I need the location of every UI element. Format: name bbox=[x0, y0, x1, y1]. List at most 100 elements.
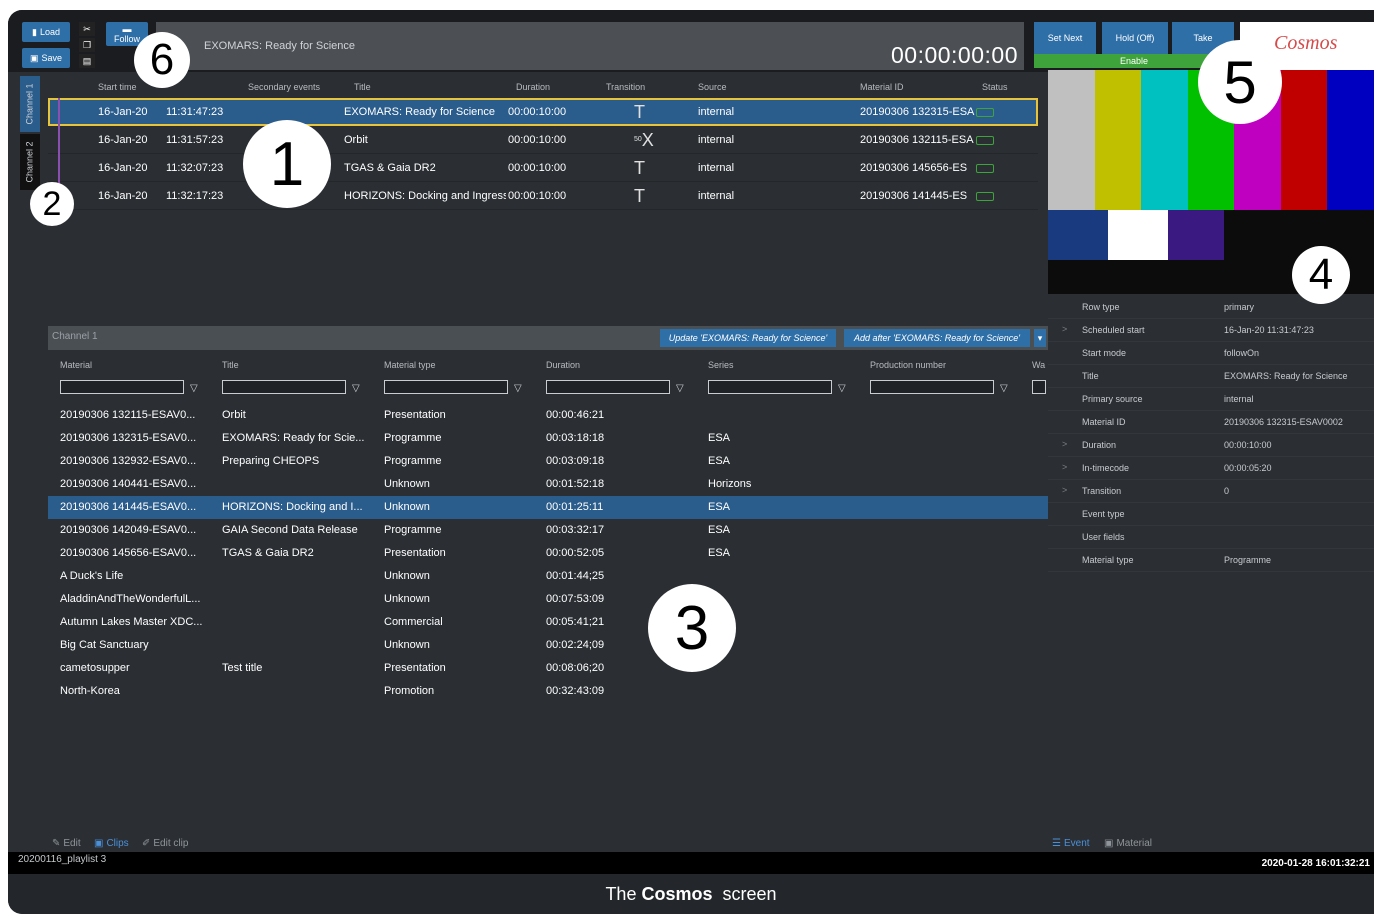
clip-row[interactable]: North-Korea Promotion 00:32:43:09 bbox=[48, 680, 1048, 703]
hold-button[interactable]: Hold (Off) bbox=[1102, 22, 1168, 54]
start-time: 11:32:07:23 bbox=[166, 162, 224, 174]
col-transition[interactable]: Transition bbox=[606, 82, 645, 92]
top-toolbar: ▮ Load ▣ Save ✂ ❐ ▤ ▬ Follow EXOMARS: Ready… bbox=[8, 10, 1374, 72]
clip-row[interactable]: cametosupper Test title Presentation 00:08:… bbox=[48, 657, 1048, 680]
playlist-row[interactable]: 16-Jan-20 11:32:17:23 HORIZONS: Docking an… bbox=[48, 182, 1038, 210]
filter-icon[interactable]: ▽ bbox=[190, 383, 198, 394]
filter-input[interactable] bbox=[222, 380, 346, 394]
clip-row[interactable]: AladdinAndTheWonderfulL... Unknown 00:07:5… bbox=[48, 588, 1048, 611]
clip-type: Promotion bbox=[384, 685, 435, 697]
property-row[interactable]: Material ID 20190306 132315-ESAV0002 bbox=[1048, 411, 1374, 434]
clip-row[interactable]: Big Cat Sanctuary Unknown 00:02:24;09 bbox=[48, 634, 1048, 657]
start-time: 11:31:47:23 bbox=[166, 106, 224, 118]
clip-row[interactable]: 20190306 132115-ESAV0... Orbit Presentatio… bbox=[48, 404, 1048, 427]
property-row[interactable]: > Scheduled start 16-Jan-20 11:31:47:23 bbox=[1048, 319, 1374, 342]
clip-material: 20190306 145656-ESAV0... bbox=[60, 547, 197, 559]
expand-chevron-icon[interactable]: > bbox=[1062, 324, 1067, 334]
property-row[interactable]: > Transition 0 bbox=[1048, 480, 1374, 503]
clip-row[interactable]: 20190306 140441-ESAV0... Unknown 00:01:52:… bbox=[48, 473, 1048, 496]
chevron-down-icon[interactable]: ▾ bbox=[1034, 329, 1046, 347]
filter-icon[interactable]: ▽ bbox=[676, 383, 684, 394]
property-row[interactable]: User fields bbox=[1048, 526, 1374, 549]
list-icon: ☰ bbox=[1052, 838, 1061, 849]
property-row[interactable]: Title EXOMARS: Ready for Science bbox=[1048, 365, 1374, 388]
color-bar bbox=[1094, 70, 1143, 210]
col-wa[interactable]: Wa bbox=[1032, 360, 1045, 370]
playlist-row[interactable]: 16-Jan-20 11:31:47:23 EXOMARS: Ready for S… bbox=[48, 98, 1038, 126]
property-row[interactable]: > Duration 00:00:10:00 bbox=[1048, 434, 1374, 457]
clip-material: 20190306 141445-ESAV0... bbox=[60, 501, 197, 513]
tab-channel-1[interactable]: Channel 1 bbox=[20, 76, 40, 132]
filter-input[interactable] bbox=[384, 380, 508, 394]
clip-material: 20190306 142049-ESAV0... bbox=[60, 524, 197, 536]
property-row[interactable]: Primary source internal bbox=[1048, 388, 1374, 411]
col-duration[interactable]: Duration bbox=[516, 82, 550, 92]
add-after-button[interactable]: Add after 'EXOMARS: Ready for Science' bbox=[844, 329, 1030, 347]
pencil-square-icon: ✎ bbox=[52, 838, 61, 849]
filter-input[interactable] bbox=[708, 380, 832, 394]
clip-row[interactable]: A Duck's Life Unknown 00:01:44;25 bbox=[48, 565, 1048, 588]
clip-row[interactable]: 20190306 132932-ESAV0... Preparing CHEOPS… bbox=[48, 450, 1048, 473]
filter-icon[interactable]: ▽ bbox=[1000, 383, 1008, 394]
clip-material: AladdinAndTheWonderfulL... bbox=[60, 593, 201, 605]
paste-icon[interactable]: ▤ bbox=[79, 54, 95, 68]
tab-channel-2[interactable]: Channel 2 bbox=[20, 134, 40, 190]
filter-input[interactable] bbox=[1032, 380, 1046, 394]
clip-row[interactable]: 20190306 142049-ESAV0... GAIA Second Data… bbox=[48, 519, 1048, 542]
expand-chevron-icon[interactable]: > bbox=[1062, 485, 1067, 495]
filter-icon[interactable]: ▽ bbox=[514, 383, 522, 394]
col-material-id[interactable]: Material ID bbox=[860, 82, 904, 92]
save-button[interactable]: ▣ Save bbox=[22, 48, 70, 68]
clip-type: Programme bbox=[384, 524, 442, 536]
copy-icon[interactable]: ❐ bbox=[79, 38, 95, 52]
property-row[interactable]: Event type bbox=[1048, 503, 1374, 526]
property-row[interactable]: > In-timecode 00:00:05:20 bbox=[1048, 457, 1374, 480]
clip-duration: 00:01:25:11 bbox=[546, 501, 604, 513]
col-clip-duration[interactable]: Duration bbox=[546, 360, 580, 370]
expand-chevron-icon[interactable]: > bbox=[1062, 462, 1067, 472]
property-row[interactable]: Start mode followOn bbox=[1048, 342, 1374, 365]
monitor-icon: ▣ bbox=[94, 838, 104, 849]
update-event-button[interactable]: Update 'EXOMARS: Ready for Science' bbox=[660, 329, 836, 347]
clips-channel-label: Channel 1 bbox=[52, 331, 98, 342]
filter-icon[interactable]: ▽ bbox=[838, 383, 846, 394]
col-series[interactable]: Series bbox=[708, 360, 734, 370]
clip-row[interactable]: Autumn Lakes Master XDC... Commercial 00:0… bbox=[48, 611, 1048, 634]
cut-transition-icon: T bbox=[634, 98, 645, 126]
filter-input[interactable] bbox=[870, 380, 994, 394]
col-title[interactable]: Title bbox=[354, 82, 371, 92]
clip-row[interactable]: 20190306 145656-ESAV0... TGAS & Gaia DR2 P… bbox=[48, 542, 1048, 565]
clip-title: GAIA Second Data Release bbox=[222, 524, 358, 536]
col-start-time[interactable]: Start time bbox=[98, 82, 137, 92]
tab-clips[interactable]: ▣ Clips bbox=[94, 838, 129, 849]
clip-type: Unknown bbox=[384, 478, 430, 490]
col-status[interactable]: Status bbox=[982, 82, 1008, 92]
tab-material[interactable]: ▣ Material bbox=[1104, 838, 1152, 849]
property-row[interactable]: Material type Programme bbox=[1048, 549, 1374, 572]
tab-edit[interactable]: ✎ Edit bbox=[52, 838, 81, 849]
filter-icon[interactable]: ▽ bbox=[352, 383, 360, 394]
clip-row[interactable]: 20190306 132315-ESAV0... EXOMARS: Ready f… bbox=[48, 427, 1048, 450]
row-duration: 00:00:10:00 bbox=[508, 190, 567, 202]
filter-input[interactable] bbox=[546, 380, 670, 394]
status-indicator bbox=[976, 192, 994, 201]
playlist-row[interactable]: 16-Jan-20 11:32:07:23 TGAS & Gaia DR2 00:00… bbox=[48, 154, 1038, 182]
callout-5: 5 bbox=[1198, 40, 1282, 124]
col-secondary-events[interactable]: Secondary events bbox=[248, 82, 320, 92]
col-material-type[interactable]: Material type bbox=[384, 360, 436, 370]
load-button[interactable]: ▮ Load bbox=[22, 22, 70, 42]
col-material[interactable]: Material bbox=[60, 360, 92, 370]
row-source: internal bbox=[698, 162, 735, 174]
playlist-row[interactable]: 16-Jan-20 11:31:57:23 Orbit 00:00:10:00 inte… bbox=[48, 126, 1038, 154]
transition-glyph: T bbox=[634, 158, 645, 178]
tab-edit-clip[interactable]: ✐ Edit clip bbox=[142, 838, 188, 849]
clip-row[interactable]: 20190306 141445-ESAV0... HORIZONS: Dockin… bbox=[48, 496, 1048, 519]
filter-input[interactable] bbox=[60, 380, 184, 394]
scissors-icon[interactable]: ✂ bbox=[79, 22, 95, 36]
expand-chevron-icon[interactable]: > bbox=[1062, 439, 1067, 449]
col-clip-title[interactable]: Title bbox=[222, 360, 239, 370]
col-production-number[interactable]: Production number bbox=[870, 360, 946, 370]
col-source[interactable]: Source bbox=[698, 82, 727, 92]
tab-event[interactable]: ☰ Event bbox=[1052, 838, 1090, 849]
set-next-button[interactable]: Set Next bbox=[1034, 22, 1096, 54]
